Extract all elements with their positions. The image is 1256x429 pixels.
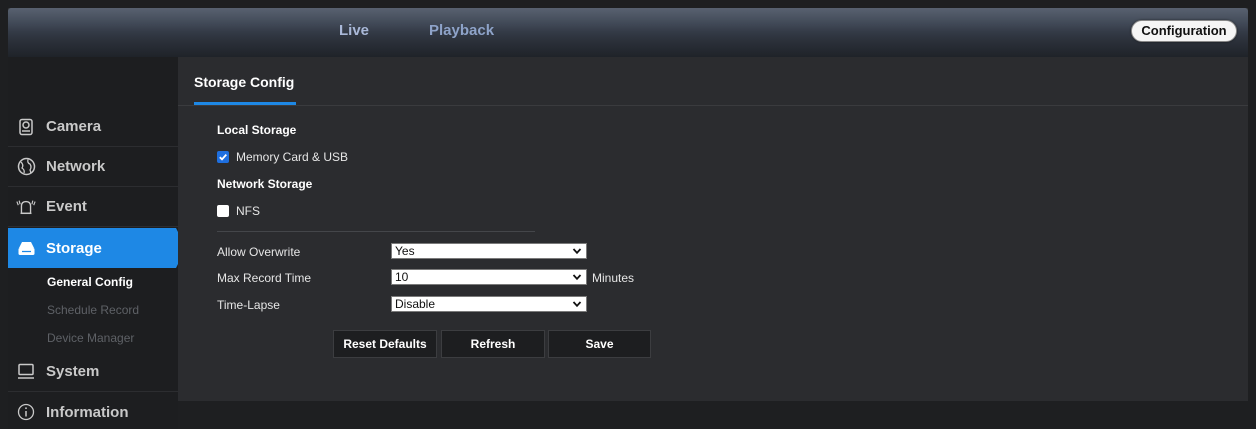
- local-storage-heading: Local Storage: [217, 123, 297, 137]
- section-divider: [217, 231, 535, 232]
- chevron-down-icon: [572, 248, 582, 255]
- top-bar-gloss: [8, 8, 1248, 32]
- sidebar: Camera Network Event Storage General Con…: [8, 57, 186, 429]
- sidebar-item-event[interactable]: Event: [8, 187, 178, 227]
- sidebar-subitem-device-manager[interactable]: Device Manager: [8, 326, 178, 350]
- max-record-time-unit: Minutes: [592, 271, 635, 285]
- sidebar-subitem-general-config[interactable]: General Config: [8, 270, 178, 294]
- sidebar-item-label: Camera: [46, 118, 102, 135]
- nav-playback[interactable]: Playback: [429, 22, 494, 39]
- memory-card-checkbox-row[interactable]: Memory Card & USB: [217, 150, 348, 164]
- memory-card-checkbox[interactable]: [217, 151, 229, 163]
- sidebar-item-label: Network: [46, 158, 106, 175]
- allow-overwrite-label: Allow Overwrite: [217, 245, 301, 259]
- sidebar-item-label: System: [46, 363, 100, 380]
- max-record-time-value: 10: [395, 270, 409, 284]
- tab-divider: [178, 105, 1248, 106]
- sidebar-item-network[interactable]: Network: [8, 147, 178, 187]
- sidebar-item-system[interactable]: System: [8, 352, 178, 392]
- main-panel: Storage Config Local Storage Memory Card…: [178, 57, 1248, 401]
- sidebar-item-label: Information: [46, 403, 129, 421]
- reset-defaults-button[interactable]: Reset Defaults: [333, 330, 437, 358]
- sidebar-item-camera[interactable]: Camera: [8, 107, 178, 147]
- globe-icon: [16, 157, 36, 177]
- sidebar-item-information[interactable]: Information: [8, 392, 178, 429]
- sidebar-item-label: Event: [46, 198, 87, 215]
- sidebar-item-storage[interactable]: Storage: [8, 228, 186, 268]
- sidebar-item-label: Storage: [46, 239, 102, 257]
- nfs-label: NFS: [236, 204, 260, 218]
- time-lapse-label: Time-Lapse: [217, 298, 280, 312]
- camera-icon: [16, 117, 36, 137]
- time-lapse-value: Disable: [395, 297, 436, 311]
- chevron-down-icon: [572, 301, 582, 308]
- memory-card-label: Memory Card & USB: [236, 150, 349, 164]
- time-lapse-select[interactable]: Disable: [391, 296, 587, 312]
- max-record-time-label: Max Record Time: [217, 271, 312, 285]
- alarm-icon: [16, 197, 36, 217]
- allow-overwrite-value: Yes: [395, 244, 415, 258]
- sidebar-subitem-schedule-record[interactable]: Schedule Record: [8, 298, 178, 322]
- nfs-checkbox[interactable]: [217, 205, 229, 217]
- max-record-time-select[interactable]: 10: [391, 269, 587, 285]
- save-button[interactable]: Save: [548, 330, 651, 358]
- refresh-button[interactable]: Refresh: [441, 330, 545, 358]
- monitor-icon: [16, 362, 36, 382]
- configuration-button[interactable]: Configuration: [1131, 20, 1237, 42]
- allow-overwrite-select[interactable]: Yes: [391, 243, 587, 259]
- storage-icon: [16, 238, 36, 258]
- tab-storage-config[interactable]: Storage Config: [194, 74, 294, 90]
- info-icon: [16, 402, 36, 422]
- network-storage-heading: Network Storage: [217, 177, 313, 191]
- chevron-down-icon: [572, 274, 582, 281]
- nav-live[interactable]: Live: [339, 22, 369, 39]
- nfs-checkbox-row[interactable]: NFS: [217, 204, 260, 218]
- top-nav-bar: Live Playback Configuration: [8, 8, 1248, 57]
